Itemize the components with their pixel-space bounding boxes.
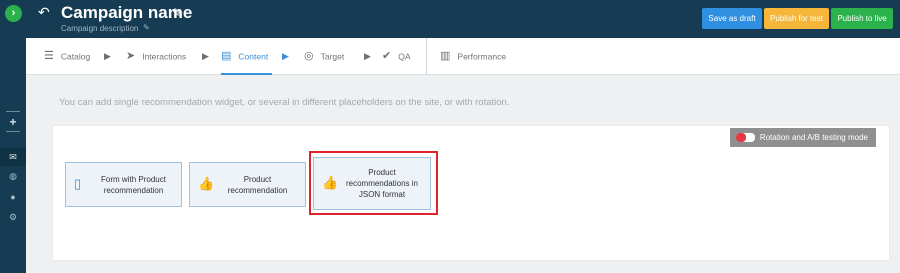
tab-label: Target (320, 51, 345, 62)
undo-arrow-icon[interactable]: ↶ (38, 4, 50, 21)
nav-divider (426, 38, 427, 75)
card-label: Product recommendation (227, 174, 288, 195)
tab-target[interactable]: ◎ Target (304, 38, 344, 75)
step-arrow-icon: ▶ (282, 51, 289, 61)
rail-divider (6, 111, 20, 112)
toggle-label: Rotation and A/B testing mode (759, 133, 868, 142)
tab-label: Interactions (142, 51, 187, 62)
tab-qa[interactable]: ✔ QA (382, 38, 411, 75)
tab-interactions[interactable]: ➤ Interactions (126, 38, 186, 75)
thumbs-up-icon: 👍 (198, 176, 215, 191)
campaign-header: ↶ Campaign name ✎ Campaign description ✎… (26, 0, 900, 38)
step-arrow-icon: ▶ (104, 51, 111, 61)
rail-divider (6, 131, 20, 132)
toggle-switch-icon[interactable] (735, 133, 755, 143)
settings-icon[interactable]: ⚙ (0, 208, 26, 226)
add-icon[interactable]: + (6, 116, 20, 128)
rotation-toggle[interactable]: Rotation and A/B testing mode (729, 128, 876, 147)
megaphone-icon[interactable]: ✉ (0, 148, 26, 166)
tab-label: Content (238, 51, 269, 62)
form-recommendation-card[interactable]: ▯ Form with Product recommendation (65, 162, 182, 207)
database-icon: ☰ (44, 50, 54, 63)
publish-test-button[interactable]: Publish for test (764, 8, 829, 29)
card-label: Form with Product recommendation (101, 174, 166, 195)
save-draft-button[interactable]: Save as draft (702, 8, 762, 29)
product-recommendation-card[interactable]: 👍 Product recommendation (189, 162, 306, 207)
highlight-box (309, 151, 438, 215)
tab-catalog[interactable]: ☰ Catalog (44, 38, 90, 75)
left-rail: › + ✉ ◍ ● ⚙ (0, 0, 26, 273)
document-icon: ▯ (74, 176, 82, 191)
widget-panel: Rotation and A/B testing mode ▯ Form wit… (53, 126, 889, 260)
step-arrow-icon: ▶ (202, 51, 209, 61)
tab-performance[interactable]: ▥ Performance (440, 38, 506, 75)
cursor-icon: ➤ (126, 50, 136, 63)
step-arrow-icon: ▶ (364, 51, 371, 61)
document-icon: ▤ (221, 50, 232, 63)
publish-live-button[interactable]: Publish to live (831, 8, 893, 29)
expand-arrow-icon[interactable]: › (5, 5, 22, 22)
check-circle-icon: ✔ (382, 50, 392, 63)
users-icon[interactable]: ● (0, 188, 26, 206)
campaign-description[interactable]: Campaign description (61, 24, 138, 33)
target-icon: ◎ (304, 50, 314, 63)
wizard-nav: ☰ Catalog ▶ ➤ Interactions ▶ ▤ Content ▶ ◎ T… (26, 38, 900, 75)
pencil-icon[interactable]: ✎ (143, 23, 150, 32)
tab-label: Catalog (60, 51, 91, 62)
palette-icon[interactable]: ◍ (0, 167, 26, 185)
pencil-icon[interactable]: ✎ (172, 6, 182, 20)
content-hint: You can add single recommendation widget… (59, 97, 510, 108)
tab-label: Performance (457, 51, 507, 62)
tab-content[interactable]: ▤ Content (221, 38, 273, 75)
bar-chart-icon: ▥ (440, 50, 451, 63)
tab-label: QA (398, 51, 411, 62)
